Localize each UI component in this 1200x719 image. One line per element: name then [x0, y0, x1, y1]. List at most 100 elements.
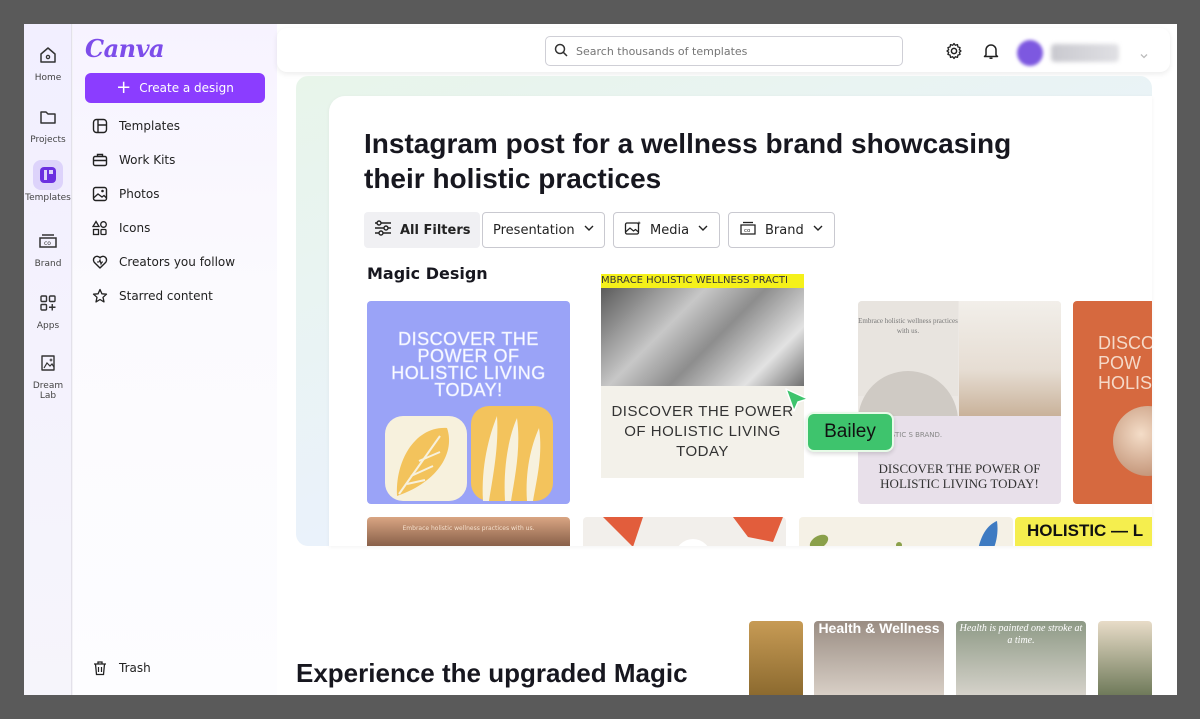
thumbnail-small-text: Embrace holistic wellness practices with…: [402, 525, 535, 532]
thumbnail-text: DISCO POW HOLIS: [1098, 333, 1152, 393]
svg-text:co: co: [44, 240, 51, 247]
settings-gear-icon[interactable]: [943, 40, 965, 62]
photo-icon: [91, 185, 109, 203]
chevron-down-icon: [812, 222, 824, 238]
thumbnail-text: Health & Wellness: [818, 621, 940, 636]
rail-item-templates[interactable]: Templates: [24, 160, 72, 203]
rail-item-home[interactable]: Home: [24, 40, 72, 83]
top-bar: [277, 28, 1170, 72]
rail-item-projects[interactable]: Projects: [24, 102, 72, 145]
prompt-line-1: Instagram post for a wellness brand show…: [364, 128, 1012, 159]
template-thumbnail[interactable]: MBRACE HOLISTIC WELLNESS PRACTI DISCOVER…: [601, 274, 804, 478]
create-design-button[interactable]: + Create a design: [85, 73, 265, 103]
sidebar-item-creators[interactable]: Creators you follow: [91, 251, 235, 273]
icon-rail: Home Projects Templates co Brand Apps Dr…: [24, 24, 72, 695]
account-name-blurred[interactable]: [1051, 44, 1119, 62]
brand-filter-label: Brand: [765, 222, 804, 238]
prompt-line-2: their holistic practices: [364, 163, 662, 194]
home-icon: [33, 40, 63, 70]
briefcase-icon: [91, 151, 109, 169]
flower-illustration: [603, 517, 783, 546]
sidebar-item-label: Work Kits: [119, 153, 176, 167]
notifications-bell-icon[interactable]: [980, 40, 1002, 62]
svg-text:co: co: [744, 228, 751, 234]
template-thumbnail[interactable]: [749, 621, 803, 695]
presentation-filter-dropdown[interactable]: Presentation: [482, 212, 605, 248]
sidebar-item-icons[interactable]: Icons: [91, 217, 150, 239]
template-thumbnail[interactable]: DISCO POW HOLIS: [1073, 301, 1152, 504]
media-filter-label: Media: [650, 222, 690, 238]
template-thumbnail[interactable]: [1098, 621, 1152, 695]
template-thumbnail[interactable]: Health & Wellness: [814, 621, 944, 695]
media-filter-dropdown[interactable]: Media: [613, 212, 720, 248]
template-thumbnail[interactable]: [583, 517, 786, 546]
collaborator-cursor-icon: [784, 387, 810, 417]
chevron-down-icon: [583, 222, 595, 238]
search-box[interactable]: [545, 36, 903, 66]
sidebar-item-templates[interactable]: Templates: [91, 115, 180, 137]
template-thumbnail[interactable]: Embrace holistic wellness practices with…: [858, 301, 1061, 504]
upgraded-magic-heading: Experience the upgraded Magic: [296, 658, 688, 688]
thumbnail-text: HOLISTIC — L: [1027, 521, 1144, 540]
sidebar-item-label: Starred content: [119, 289, 213, 303]
star-icon: [91, 287, 109, 305]
canva-logo[interactable]: Canva: [85, 34, 165, 63]
trash-label: Trash: [119, 661, 151, 675]
sidebar-item-trash[interactable]: Trash: [91, 657, 151, 679]
all-filters-label: All Filters: [400, 222, 471, 238]
template-thumbnail[interactable]: HOLISTIC — L: [1015, 517, 1152, 546]
magic-design-card: Instagram post for a wellness brand show…: [329, 96, 1152, 546]
template-thumbnail[interactable]: [799, 517, 1013, 546]
sidebar-item-photos[interactable]: Photos: [91, 183, 159, 205]
collaborator-label: Bailey: [806, 412, 894, 452]
sidebar-item-work-kits[interactable]: Work Kits: [91, 149, 175, 171]
template-thumbnail[interactable]: Embrace holistic wellness practices with…: [367, 517, 570, 546]
thumbnail-small-text: Embrace holistic wellness practices with…: [858, 317, 958, 335]
folder-icon: [33, 102, 63, 132]
media-icon: [624, 220, 642, 240]
rail-label: Projects: [30, 135, 66, 145]
thumbnail-banner-text: MBRACE HOLISTIC WELLNESS PRACTI: [601, 274, 804, 288]
thumbnail-photo: [1113, 406, 1152, 476]
sidebar-item-starred[interactable]: Starred content: [91, 285, 213, 307]
sidebar: Canva + Create a design Templates Work K…: [73, 24, 277, 695]
brand-icon: co: [33, 226, 63, 256]
dream-lab-icon: [33, 348, 63, 378]
rail-label: Dream Lab: [32, 381, 64, 401]
brand-icon: co: [739, 220, 757, 240]
sidebar-item-label: Creators you follow: [119, 255, 236, 269]
rail-item-apps[interactable]: Apps: [24, 288, 72, 331]
thumbnail-text: DISCOVER THE POWER OF HOLISTIC LIVING TO…: [391, 329, 546, 400]
prompt-heading: Instagram post for a wellness brand show…: [364, 126, 1044, 196]
plus-icon: +: [116, 77, 132, 98]
rail-item-brand[interactable]: co Brand: [24, 226, 72, 269]
leaf-illustration: [385, 406, 553, 501]
create-design-label: Create a design: [139, 81, 234, 95]
search-icon: [554, 42, 568, 61]
trash-icon: [91, 659, 109, 677]
all-filters-button[interactable]: All Filters: [364, 212, 481, 248]
shapes-icon: [91, 219, 109, 237]
rail-label: Home: [34, 73, 62, 83]
apps-icon: [33, 288, 63, 318]
brand-filter-dropdown[interactable]: co Brand: [728, 212, 835, 248]
sidebar-item-label: Icons: [119, 221, 151, 235]
filters-icon: [374, 220, 392, 240]
chevron-down-icon[interactable]: [1139, 46, 1149, 59]
avatar[interactable]: [1017, 40, 1043, 66]
rail-item-dream-lab[interactable]: Dream Lab: [24, 348, 72, 401]
template-thumbnail[interactable]: Health is painted one stroke at a time.: [956, 621, 1086, 695]
chevron-down-icon: [697, 222, 709, 238]
app-window: Home Projects Templates co Brand Apps Dr…: [24, 24, 1177, 695]
main-content: Instagram post for a wellness brand show…: [277, 24, 1177, 695]
template-thumbnail[interactable]: DISCOVER THE POWER OF HOLISTIC LIVING TO…: [367, 301, 570, 504]
rail-label: Apps: [36, 321, 60, 331]
templates-icon: [91, 117, 109, 135]
rail-label: Brand: [34, 259, 62, 269]
heart-icon: [91, 253, 109, 271]
plant-illustration: [809, 521, 998, 546]
room-photo: [959, 301, 1061, 416]
search-input[interactable]: [576, 44, 876, 58]
thumbnail-text: DISCOVER THE POWER OF HOLISTIC LIVING TO…: [878, 461, 1041, 491]
thumbnail-text: Health is painted one stroke at a time.: [959, 623, 1083, 646]
